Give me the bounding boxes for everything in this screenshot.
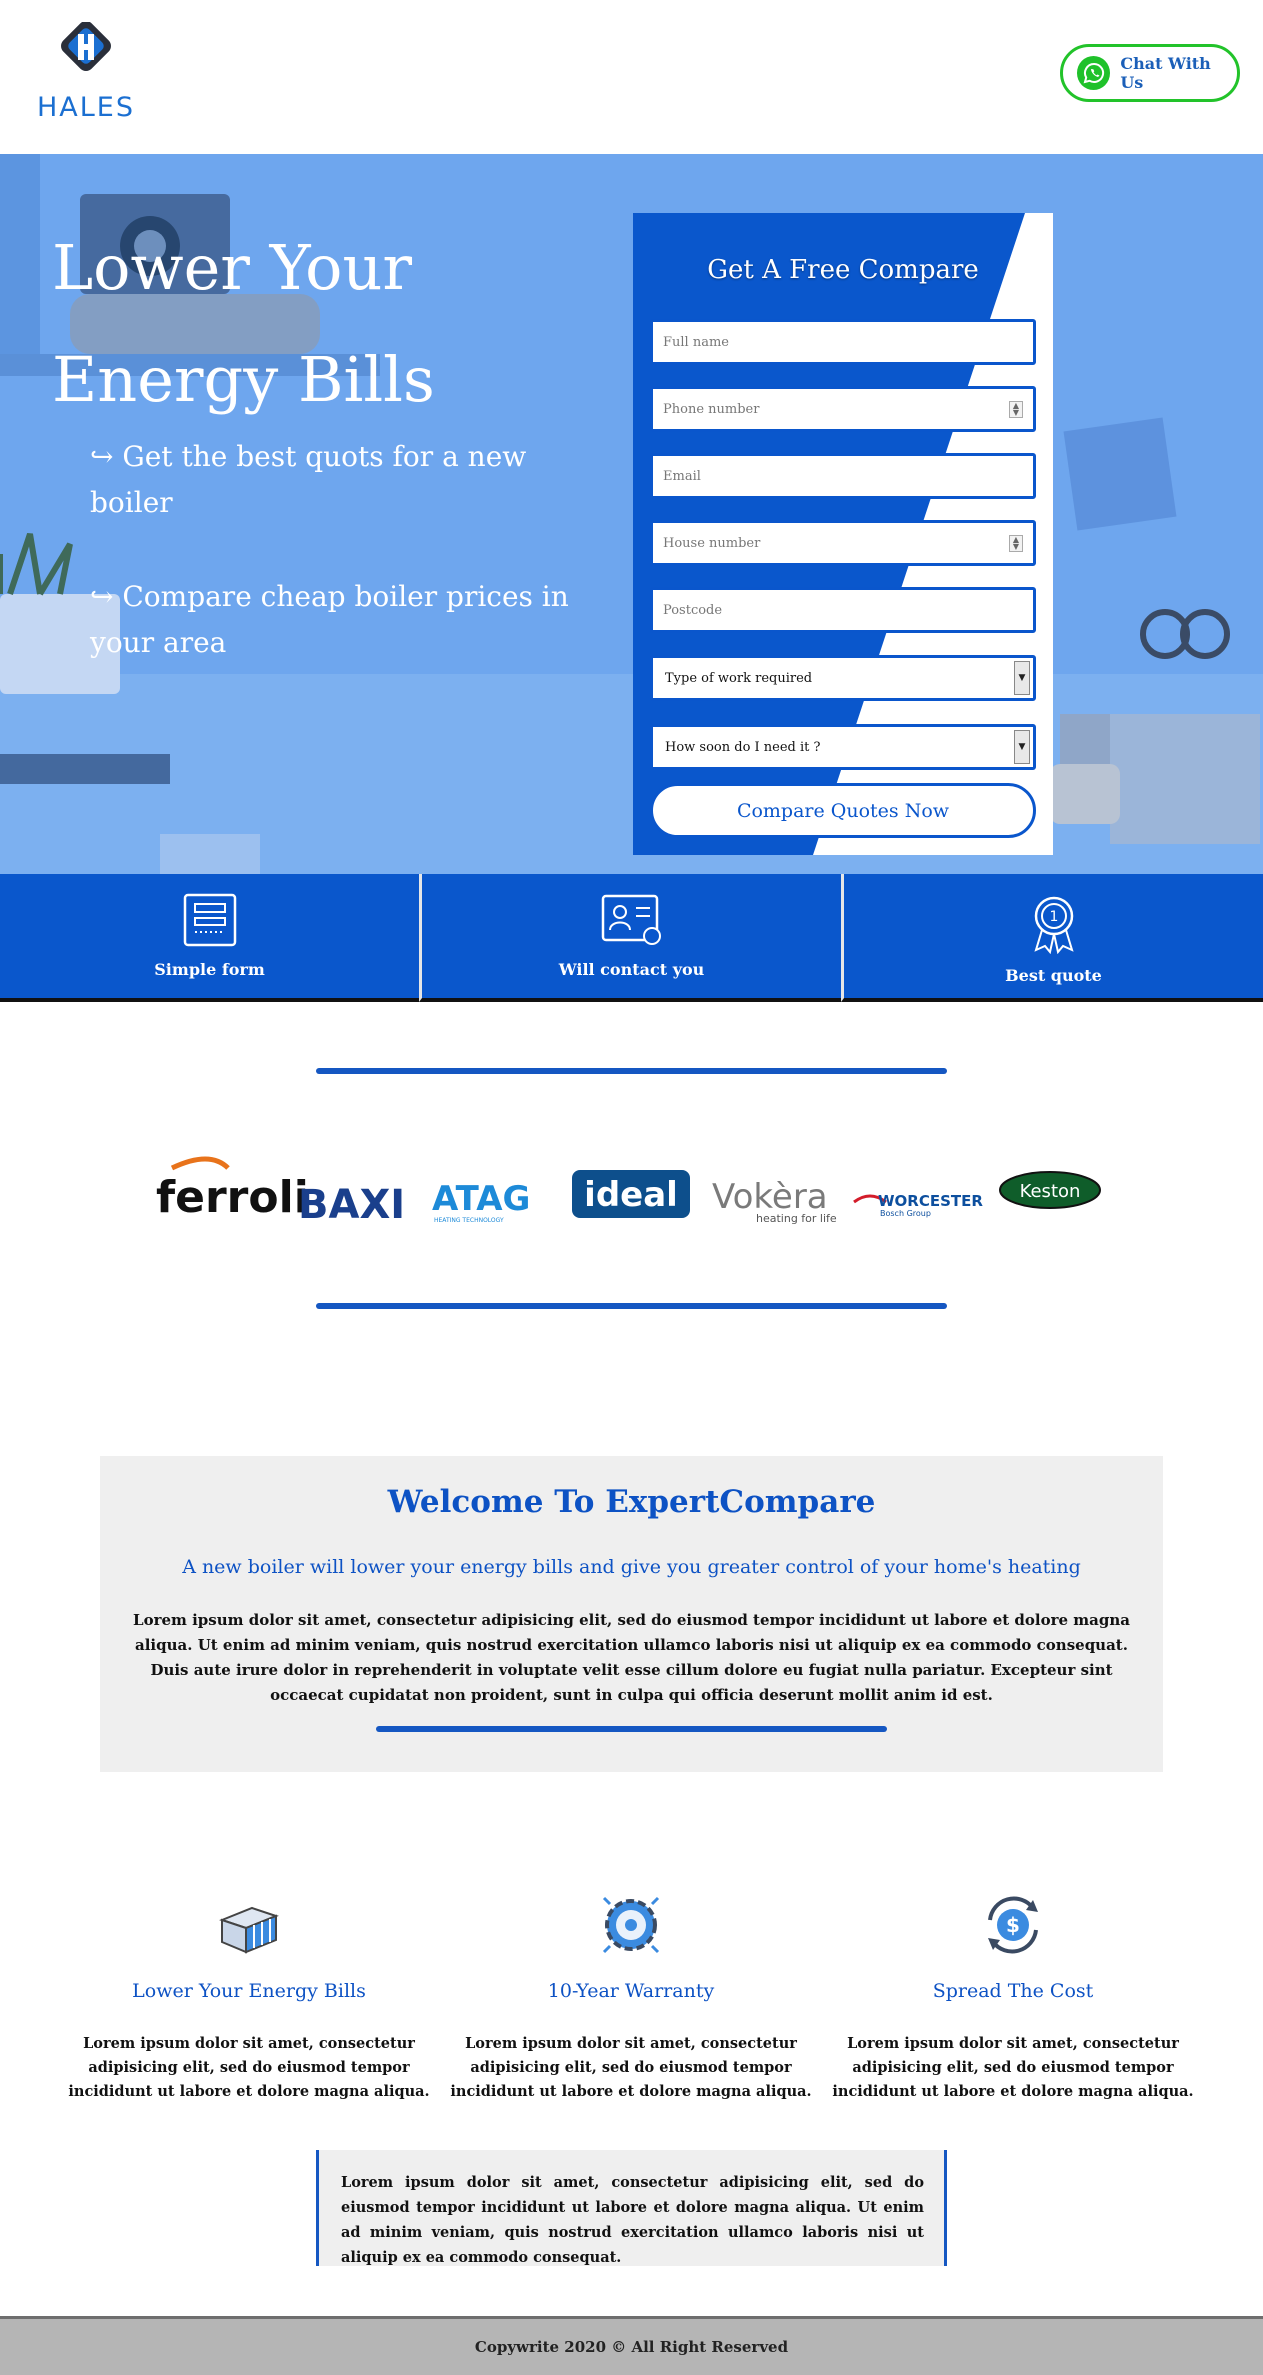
benefit-title: 10-Year Warranty <box>547 1980 715 2002</box>
feature-best-quote: 1 Best quote <box>841 874 1263 1002</box>
welcome-body: Lorem ipsum dolor sit amet, consectetur … <box>133 1611 1130 1704</box>
benefit-text: Lorem ipsum dolor sit amet, consectetur … <box>832 2035 1194 2100</box>
ferroli-logo: ferroli <box>156 1156 309 1223</box>
svg-text:ideal: ideal <box>584 1175 678 1215</box>
warranty-gear-icon <box>602 1896 660 1954</box>
dollar-refresh-icon: $ <box>988 1896 1038 1954</box>
ideal-logo: ideal <box>572 1170 690 1218</box>
svg-text:BAXI: BAXI <box>298 1182 405 1228</box>
form-title: Get A Free Compare <box>707 255 979 285</box>
benefit-title: Lower Your Energy Bills <box>132 1980 366 2002</box>
contact-card-icon <box>601 894 661 945</box>
work-type-select[interactable]: Type of work required ▼ <box>650 655 1036 701</box>
hero-section: Lower Your Energy Bills ↪ Get the best q… <box>0 154 1263 874</box>
svg-text:$: $ <box>1006 1913 1020 1937</box>
email-input[interactable]: Email <box>650 453 1036 499</box>
benefit-spread-cost: $ Spread The Cost Lorem ipsum dolor sit … <box>828 1890 1198 2104</box>
benefit-text: Lorem ipsum dolor sit amet, consectetur … <box>450 2035 812 2100</box>
compare-form: Get A Free Compare Full name Phone numbe… <box>633 213 1053 855</box>
copyright-text: Copywrite 2020 © All Right Reserved <box>474 2338 789 2356</box>
divider-bottom <box>316 1303 947 1309</box>
hales-logo[interactable]: HALES <box>26 22 146 123</box>
welcome-panel: Welcome To ExpertCompare A new boiler wi… <box>100 1456 1163 1772</box>
svg-text:Vokèra: Vokèra <box>712 1177 828 1217</box>
svg-text:heating for life: heating for life <box>756 1212 837 1225</box>
phone-placeholder: Phone number <box>663 401 760 417</box>
house-placeholder: House number <box>663 535 761 551</box>
award-ribbon-icon: 1 <box>1033 896 1074 954</box>
feature-strip: Simple form Will contact you 1 Best quot… <box>0 874 1263 1002</box>
hero-title-line-2: Energy Bills <box>52 343 435 416</box>
logo-text: HALES <box>36 92 135 123</box>
hero-title: Lower Your Energy Bills <box>52 212 612 436</box>
svg-text:Bosch Group: Bosch Group <box>880 1209 931 1218</box>
feature-label: Will contact you <box>558 960 705 979</box>
chevron-down-icon: ▼ <box>1014 730 1030 764</box>
chat-label: Chat With Us <box>1120 54 1211 92</box>
postcode-input[interactable]: Postcode <box>650 587 1036 633</box>
full-name-input[interactable]: Full name <box>650 319 1036 365</box>
brand-logos: ferroli BAXI ATAG HEATING TECHNOLOGY ide… <box>156 1156 1101 1228</box>
phone-spinner-icon[interactable]: ▲ ▼ <box>1009 401 1023 418</box>
svg-text:1: 1 <box>1049 909 1058 925</box>
benefit-warranty: 10-Year Warranty Lorem ipsum dolor sit a… <box>446 1890 816 2104</box>
svg-text:WORCESTER: WORCESTER <box>878 1192 983 1210</box>
radiator-icon <box>219 1906 279 1954</box>
baxi-logo: BAXI <box>298 1182 405 1228</box>
welcome-title: Welcome To ExpertCompare <box>387 1484 876 1520</box>
welcome-divider <box>376 1726 887 1732</box>
hero-point: ↪ Get the best quots for a new boiler <box>90 440 527 519</box>
phone-number-input[interactable]: Phone number ▲ ▼ <box>650 386 1036 432</box>
atag-logo: ATAG HEATING TECHNOLOGY <box>432 1179 530 1224</box>
logo-mark-icon <box>61 22 111 71</box>
svg-text:ferroli: ferroli <box>156 1172 309 1223</box>
vokera-logo: Vokèra heating for life <box>712 1177 837 1225</box>
site-header: HALES Chat With Us <box>0 0 1263 154</box>
feature-will-contact: Will contact you <box>419 874 841 1002</box>
hero-title-line-1: Lower Your <box>52 231 413 304</box>
keston-logo: Keston <box>999 1171 1101 1209</box>
svg-text:HEATING TECHNOLOGY: HEATING TECHNOLOGY <box>434 1217 504 1224</box>
postcode-placeholder: Postcode <box>663 602 723 618</box>
house-spinner-icon[interactable]: ▲ ▼ <box>1009 535 1023 552</box>
work-type-value: Type of work required <box>665 670 813 686</box>
benefit-title: Spread The Cost <box>932 1980 1094 2002</box>
house-number-input[interactable]: House number ▲ ▼ <box>650 520 1036 566</box>
chevron-down-icon: ▼ <box>1014 661 1030 695</box>
feature-label: Best quote <box>1005 966 1102 985</box>
feature-label: Simple form <box>154 960 265 979</box>
chat-with-us-button[interactable]: Chat With Us <box>1060 44 1240 102</box>
svg-text:Keston: Keston <box>1020 1181 1081 1202</box>
timeframe-value: How soon do I need it ? <box>665 739 821 755</box>
timeframe-select[interactable]: How soon do I need it ? ▼ <box>650 724 1036 770</box>
site-footer: Copywrite 2020 © All Right Reserved <box>0 2316 1263 2375</box>
benefit-text: Lorem ipsum dolor sit amet, consectetur … <box>68 2035 430 2100</box>
compare-quotes-button[interactable]: Compare Quotes Now <box>650 783 1036 838</box>
welcome-subtitle: A new boiler will lower your energy bill… <box>182 1556 1081 1578</box>
form-document-icon <box>183 893 236 947</box>
feature-simple-form: Simple form <box>0 874 419 1002</box>
whatsapp-icon <box>1077 56 1111 90</box>
svg-text:ATAG: ATAG <box>432 1179 530 1219</box>
email-placeholder: Email <box>663 468 701 484</box>
hero-points-list: ↪ Get the best quots for a new boiler ↪ … <box>90 434 610 666</box>
quote-box: Lorem ipsum dolor sit amet, consectetur … <box>316 2150 947 2266</box>
worcester-logo: WORCESTER Bosch Group <box>853 1192 983 1218</box>
full-name-placeholder: Full name <box>663 334 729 350</box>
benefit-energy: Lower Your Energy Bills Lorem ipsum dolo… <box>64 1890 434 2104</box>
hero-point: ↪ Compare cheap boiler prices in your ar… <box>90 580 569 659</box>
divider-top <box>316 1068 947 1074</box>
